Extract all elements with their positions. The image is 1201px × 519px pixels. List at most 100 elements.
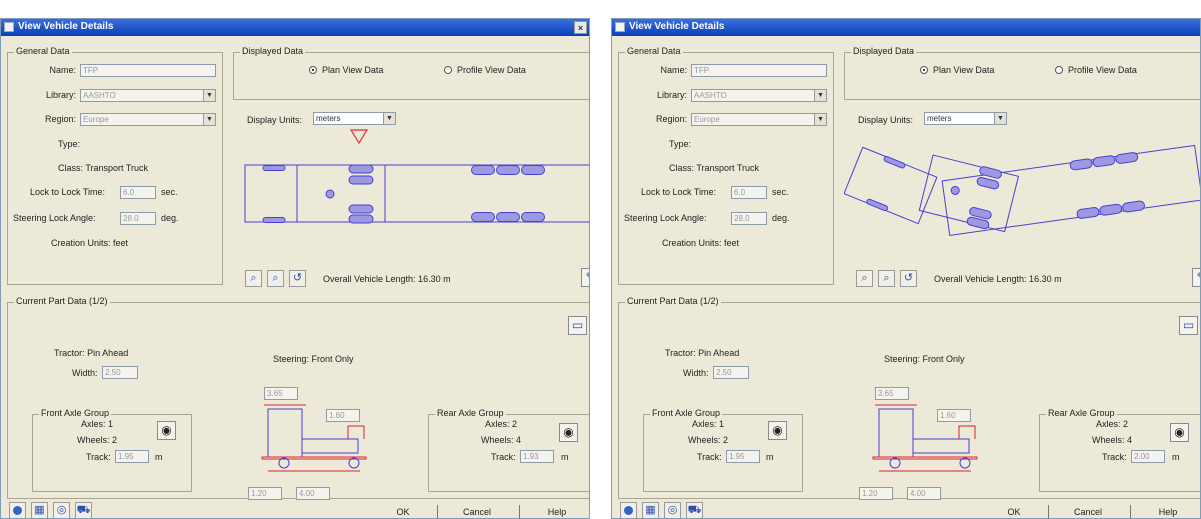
edit-vehicle-button[interactable]: ✎: [581, 268, 589, 287]
kingpin-marker: [950, 185, 960, 195]
chevron-down-icon[interactable]: ▼: [203, 114, 215, 125]
ground-dim-line: [872, 456, 978, 460]
info-button[interactable]: [620, 502, 637, 518]
plan-view-canvas[interactable]: [844, 122, 1201, 254]
steering-angle-label: Steering Lock Angle:: [13, 213, 96, 223]
truck-button[interactable]: ⛟: [75, 502, 92, 518]
plan-view-canvas[interactable]: [233, 122, 590, 254]
front-wheel: [262, 217, 286, 223]
width-field[interactable]: 2.50: [102, 366, 138, 379]
rear-track-field[interactable]: 2.00: [1131, 450, 1165, 463]
name-field[interactable]: TFP: [80, 64, 216, 77]
next-part-button[interactable]: ▭: [1179, 316, 1198, 335]
plan-view-radio[interactable]: [309, 66, 317, 74]
type-label: Type:: [669, 139, 692, 149]
next-part-button[interactable]: ▭: [568, 316, 587, 335]
front-tire-button[interactable]: ◉: [768, 421, 787, 440]
help-button[interactable]: Help: [1150, 504, 1186, 518]
trailer-wheel: [471, 165, 495, 175]
rear-tire-button[interactable]: ◉: [1170, 423, 1189, 442]
title-bar[interactable]: View Vehicle Details ×: [1, 19, 589, 36]
truck-button[interactable]: ⛟: [686, 502, 703, 518]
library-select[interactable]: AASHTO ▼: [80, 89, 216, 102]
dim-bottom-2-field: 4.00: [907, 487, 941, 500]
plan-view-radio[interactable]: [920, 66, 928, 74]
region-select[interactable]: Europe ▼: [691, 113, 827, 126]
library-select[interactable]: AASHTO ▼: [691, 89, 827, 102]
cab-profile: [267, 408, 303, 458]
cancel-button[interactable]: Cancel: [1064, 504, 1112, 518]
button-separator: [437, 505, 438, 518]
ok-button[interactable]: OK: [385, 504, 421, 518]
next-part-icon: ▭: [571, 318, 584, 332]
class-text: Class: Transport Truck: [58, 163, 149, 173]
chevron-down-icon[interactable]: ▼: [814, 114, 826, 125]
profile-view-radio[interactable]: [1055, 66, 1063, 74]
group-legend: Rear Axle Group: [1046, 408, 1117, 418]
front-wheels-text: Wheels: 2: [77, 435, 118, 445]
steering-angle-field[interactable]: 28.0: [731, 212, 767, 225]
title-bar[interactable]: View Vehicle Details: [612, 19, 1200, 36]
zoom-out-icon: ⌕: [883, 272, 890, 284]
front-track-field[interactable]: 1.95: [115, 450, 149, 463]
zoom-out-button[interactable]: ⌕: [878, 270, 895, 287]
lock-time-field[interactable]: 6.0: [731, 186, 767, 199]
rear-tire-button[interactable]: ◉: [559, 423, 578, 442]
plan-view-label: Plan View Data: [933, 65, 995, 75]
target-button[interactable]: ◎: [53, 502, 70, 518]
front-wheels-text: Wheels: 2: [688, 435, 729, 445]
rotate-icon: ↺: [292, 272, 303, 284]
front-track-field[interactable]: 1.95: [726, 450, 760, 463]
grid-button[interactable]: ▦: [31, 502, 48, 518]
profile-view-radio[interactable]: [444, 66, 452, 74]
group-legend: Front Axle Group: [39, 408, 112, 418]
current-part-group: Current Part Data (1/2) ▭ Tractor: Pin A…: [7, 296, 589, 500]
front-wheel: [262, 165, 286, 171]
front-track-unit: m: [766, 452, 774, 462]
front-tire-button[interactable]: ◉: [157, 421, 176, 440]
close-button[interactable]: ×: [574, 21, 587, 34]
rear-track-unit: m: [561, 452, 569, 462]
library-label: Library:: [656, 90, 687, 100]
steering-angle-label: Steering Lock Angle:: [624, 213, 707, 223]
truck-icon: ⛟: [76, 504, 91, 516]
rotate-button[interactable]: ↺: [289, 270, 306, 287]
rear-track-field[interactable]: 1.93: [520, 450, 554, 463]
target-button[interactable]: ◎: [664, 502, 681, 518]
rotate-button[interactable]: ↺: [900, 270, 917, 287]
edit-vehicle-button[interactable]: ✎: [1192, 268, 1200, 287]
group-legend: Displayed Data: [240, 46, 306, 56]
steering-angle-unit: deg.: [772, 213, 790, 223]
trailer-wheel: [496, 212, 520, 222]
zoom-out-button[interactable]: ⌕: [267, 270, 284, 287]
width-label: Width:: [72, 368, 98, 378]
grid-button[interactable]: ▦: [642, 502, 659, 518]
button-separator: [1130, 505, 1131, 518]
tire-icon: ◉: [563, 425, 574, 439]
kingpin-marker: [325, 189, 335, 199]
cancel-button[interactable]: Cancel: [453, 504, 501, 518]
name-field[interactable]: TFP: [691, 64, 827, 77]
group-legend: Rear Axle Group: [435, 408, 506, 418]
zoom-out-icon: ⌕: [272, 272, 279, 284]
chassis-profile: [301, 438, 359, 454]
zoom-in-button[interactable]: ⌕: [856, 270, 873, 287]
info-button[interactable]: [9, 502, 26, 518]
drive-wheel: [348, 164, 374, 174]
type-label: Type:: [58, 139, 81, 149]
chevron-down-icon[interactable]: ▼: [203, 90, 215, 101]
help-button[interactable]: Help: [539, 504, 575, 518]
rear-track-label: Track:: [1102, 452, 1127, 462]
dim-top-field: 3.65: [875, 387, 909, 400]
dim-bottom-2-field: 4.00: [296, 487, 330, 500]
zoom-in-button[interactable]: ⌕: [245, 270, 262, 287]
front-wheel: [866, 198, 889, 212]
chevron-down-icon[interactable]: ▼: [814, 90, 826, 101]
region-select[interactable]: Europe ▼: [80, 113, 216, 126]
lock-time-field[interactable]: 6.0: [120, 186, 156, 199]
width-field[interactable]: 2.50: [713, 366, 749, 379]
group-legend: General Data: [625, 46, 683, 56]
trailer-wheel: [521, 165, 545, 175]
ok-button[interactable]: OK: [996, 504, 1032, 518]
steering-angle-field[interactable]: 28.0: [120, 212, 156, 225]
